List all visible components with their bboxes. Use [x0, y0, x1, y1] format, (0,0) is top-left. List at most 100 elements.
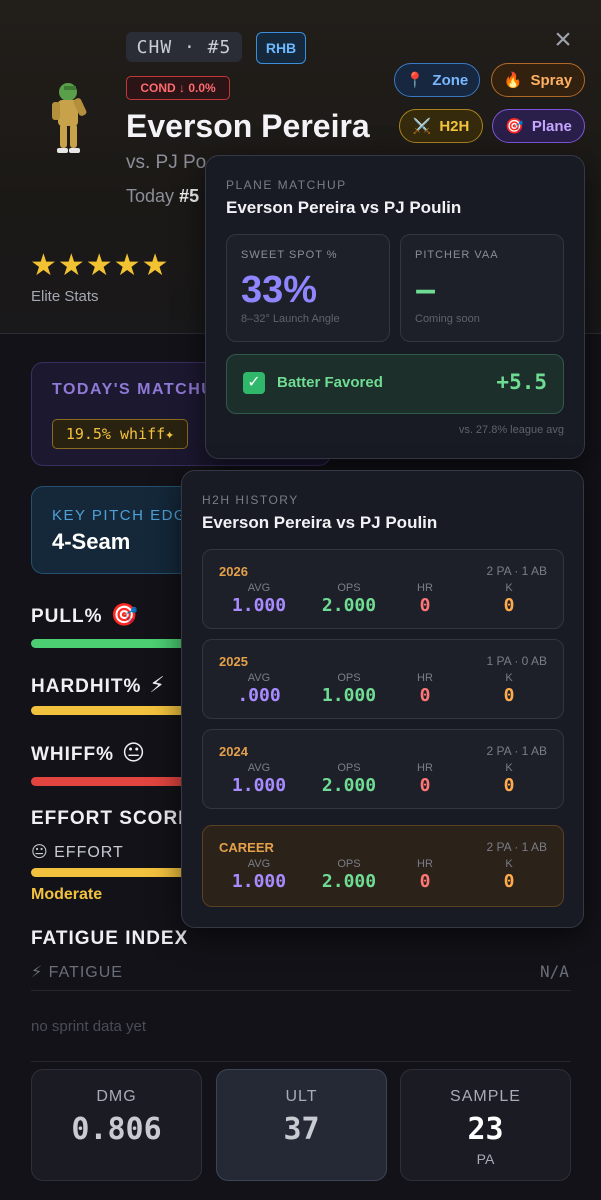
effort-level: Moderate [31, 886, 103, 903]
career-label: CAREER [219, 840, 274, 855]
target-icon: 🎯 [110, 602, 139, 627]
sprint-note: no sprint data yet [31, 1018, 147, 1035]
ops-header: OPS [337, 858, 361, 870]
tab-zone-label: Zone [432, 71, 469, 89]
stat-sample[interactable]: SAMPLE 23 PA [400, 1069, 571, 1181]
fatigue-value: N/A [540, 962, 569, 981]
stat-sample-value: 23 [467, 1112, 504, 1147]
fire-icon: 🔥 [503, 72, 523, 89]
batter-favored-label: Batter Favored [277, 374, 383, 391]
tab-zone[interactable]: 📍 Zone [394, 63, 480, 97]
h2h-history-popover: H2H HISTORY Everson Pereira vs PJ Poulin… [181, 470, 584, 928]
team-badge: CHW · #5 [126, 32, 242, 62]
season-year: 2026 [219, 564, 248, 579]
season-meta: 1 PA · 0 AB [486, 654, 547, 668]
fatigue-row: ⚡ FATIGUE [31, 964, 123, 981]
pin-icon: 📍 [405, 72, 425, 89]
crossed-swords-icon: ⚔️ [412, 118, 432, 135]
avg-value: 1.000 [231, 775, 287, 796]
tab-h2h[interactable]: ⚔️ H2H [399, 109, 483, 143]
effort-row: 😐 EFFORT [31, 844, 124, 861]
sweet-spot-card: SWEET SPOT % 33% 8–32° Launch Angle [226, 234, 390, 342]
whiff-label: WHIFF% [31, 744, 115, 765]
todays-matchup-title: TODAY'S MATCHU [52, 381, 215, 398]
whiff-metric-label: WHIFF% 😐 [31, 740, 146, 766]
ops-value: 2.000 [321, 595, 377, 616]
avg-value: 1.000 [231, 871, 287, 892]
season-meta: 2 PA · 1 AB [486, 564, 547, 578]
season-year: 2025 [219, 654, 248, 669]
avg-header: AVG [247, 858, 271, 870]
league-average-note: vs. 27.8% league avg [458, 424, 564, 436]
plane-kicker: PLANE MATCHUP [226, 178, 347, 192]
ops-header: OPS [337, 582, 361, 594]
ops-value: 2.000 [321, 871, 377, 892]
player-name: Everson Pereira [126, 108, 370, 144]
k-header: K [505, 582, 513, 594]
sweet-spot-value: 33% [241, 269, 318, 311]
ops-header: OPS [337, 672, 361, 684]
hardhit-metric-label: HARDHIT% ⚡ [31, 672, 166, 698]
plane-matchup-popover: PLANE MATCHUP Everson Pereira vs PJ Poul… [205, 155, 585, 459]
neutral-face-icon: 😐 [122, 740, 146, 765]
stat-ult-label: ULT [285, 1088, 318, 1105]
pitcher-vaa-value: – [415, 269, 437, 311]
h2h-title: Everson Pereira vs PJ Poulin [202, 513, 438, 532]
k-header: K [505, 672, 513, 684]
tab-spray[interactable]: 🔥 Spray [491, 63, 585, 97]
plane-title: Everson Pereira vs PJ Poulin [226, 198, 462, 217]
pull-metric-label: PULL% 🎯 [31, 602, 139, 628]
k-header: K [505, 858, 513, 870]
pitcher-vaa-sub: Coming soon [415, 313, 480, 325]
k-header: K [505, 762, 513, 774]
stat-dmg-value: 0.806 [71, 1112, 162, 1147]
key-pitch-value: 4-Seam [52, 529, 131, 554]
h2h-season-row: 2025 1 PA · 0 AB AVG .000 OPS 1.000 HR 0 K0 [202, 639, 564, 719]
hr-header: HR [417, 762, 433, 774]
star-rating-label: Elite Stats [31, 288, 99, 305]
h2h-career-row: CAREER 2 PA · 1 AB AVG 1.000 OPS 2.000 HR 0… [202, 825, 564, 907]
avg-value: 1.000 [231, 595, 287, 616]
pitcher-vaa-label: PITCHER VAA [415, 249, 499, 261]
h2h-season-row: 2026 2 PA · 1 AB AVG 1.000 OPS 2.000 HR 0 K… [202, 549, 564, 629]
k-value: 0 [503, 871, 515, 892]
divider [31, 990, 571, 991]
target-icon: 🎯 [505, 118, 524, 135]
hr-value: 0 [419, 775, 431, 796]
tab-spray-label: Spray [530, 71, 573, 89]
star-rating: ★★★★★ [30, 249, 170, 282]
tab-plane-label: Plane [531, 117, 572, 135]
sweet-spot-label: SWEET SPOT % [241, 249, 338, 261]
avg-header: AVG [247, 672, 271, 684]
ops-header: OPS [337, 762, 361, 774]
h2h-season-row: 2024 2 PA · 1 AB AVG 1.000 OPS 2.000 HR 0 K… [202, 729, 564, 809]
k-value: 0 [503, 775, 515, 796]
divider [31, 1061, 571, 1062]
hr-value: 0 [419, 685, 431, 706]
pitcher-vaa-card: PITCHER VAA – Coming soon [400, 234, 564, 342]
avg-header: AVG [247, 582, 271, 594]
batter-hand-badge: RHB [256, 32, 306, 64]
close-button[interactable]: × [548, 23, 578, 56]
season-meta: 2 PA · 1 AB [486, 744, 547, 758]
check-icon: ✓ [243, 372, 265, 394]
pull-label: PULL% [31, 606, 103, 627]
k-value: 0 [503, 595, 515, 616]
stat-dmg[interactable]: DMG 0.806 [31, 1069, 202, 1181]
hardhit-label: HARDHIT% [31, 676, 142, 697]
tab-h2h-label: H2H [439, 117, 470, 135]
tab-plane[interactable]: 🎯 Plane [492, 109, 585, 143]
season-year: 2024 [219, 744, 248, 759]
ops-value: 1.000 [321, 685, 377, 706]
hr-header: HR [417, 672, 433, 684]
player-avatar [52, 83, 87, 153]
k-value: 0 [503, 685, 515, 706]
hr-header: HR [417, 582, 433, 594]
ops-value: 2.000 [321, 775, 377, 796]
stat-sample-label: SAMPLE [450, 1088, 521, 1105]
stat-ult[interactable]: ULT 37 [216, 1069, 387, 1181]
stat-dmg-label: DMG [96, 1088, 137, 1105]
close-icon: × [554, 23, 572, 56]
avg-value: .000 [237, 685, 281, 706]
stat-sample-unit: PA [476, 1151, 495, 1167]
